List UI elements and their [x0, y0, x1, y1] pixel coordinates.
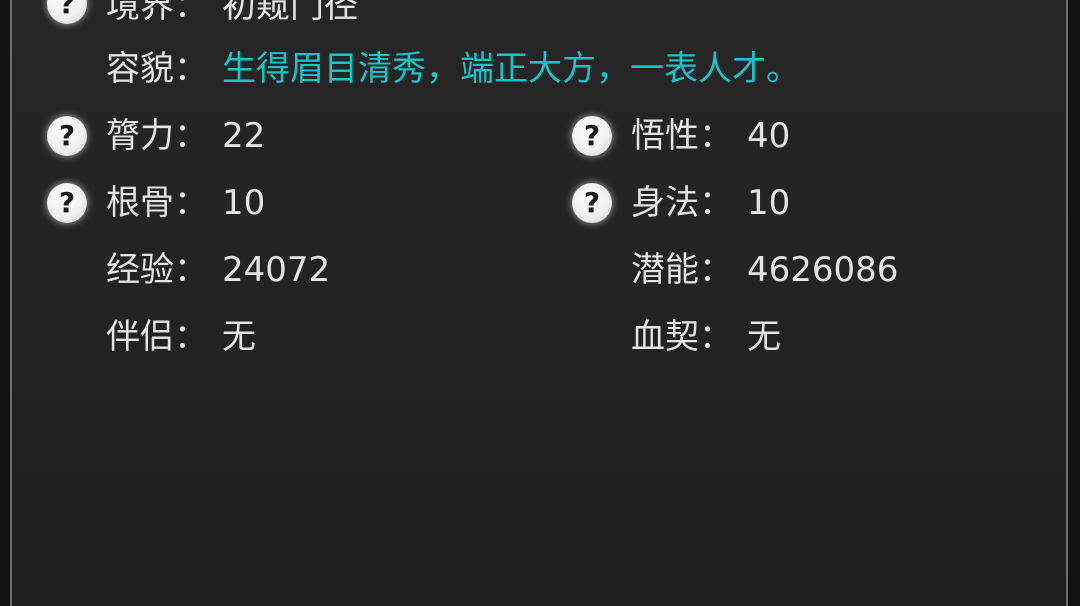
realm-label: 境界	[106, 0, 174, 26]
appearance-label: 容貌	[106, 49, 174, 89]
strength-help-icon[interactable]: ?	[47, 116, 87, 156]
comprehension-value: 40	[747, 116, 791, 156]
comprehension-help-icon[interactable]: ?	[572, 116, 612, 156]
blood-pact-row: 血契： 无	[631, 312, 781, 362]
comprehension-label: 悟性	[631, 116, 699, 156]
potential-colon: ：	[699, 250, 733, 290]
experience-value: 24072	[222, 250, 331, 290]
blood-pact-value: 无	[747, 317, 781, 357]
question-mark-glyph: ?	[58, 186, 76, 219]
potential-value: 4626086	[747, 250, 899, 290]
constitution-colon: ：	[174, 183, 208, 223]
agility-row: 身法： 10	[631, 178, 790, 228]
question-mark-glyph: ?	[58, 0, 76, 20]
question-mark-glyph: ?	[583, 119, 601, 152]
agility-help-icon[interactable]: ?	[572, 183, 612, 223]
realm-help-icon[interactable]: ?	[47, 0, 87, 24]
potential-label: 潜能	[631, 250, 699, 290]
comprehension-row: 悟性： 40	[631, 111, 790, 161]
realm-value: 初窥门径	[222, 0, 358, 26]
constitution-help-icon[interactable]: ?	[47, 183, 87, 223]
strength-row: 膂力： 22	[106, 111, 265, 161]
constitution-label: 根骨	[106, 183, 174, 223]
realm-colon: ：	[174, 0, 208, 26]
blood-pact-label: 血契	[631, 317, 699, 357]
partner-colon: ：	[174, 317, 208, 357]
realm-row: 境界： 初窥门径	[106, 0, 358, 31]
experience-colon: ：	[174, 250, 208, 290]
appearance-value: 生得眉目清秀，端正大方，一表人才。	[222, 49, 800, 89]
blood-pact-colon: ：	[699, 317, 733, 357]
constitution-row: 根骨： 10	[106, 178, 265, 228]
partner-label: 伴侣	[106, 317, 174, 357]
appearance-row: 容貌： 生得眉目清秀，端正大方，一表人才。	[106, 44, 800, 94]
experience-row: 经验： 24072	[106, 245, 330, 295]
constitution-value: 10	[222, 183, 266, 223]
agility-value: 10	[747, 183, 791, 223]
strength-colon: ：	[174, 116, 208, 156]
appearance-colon: ：	[174, 49, 208, 89]
agility-colon: ：	[699, 183, 733, 223]
strength-label: 膂力	[106, 116, 174, 156]
question-mark-glyph: ?	[583, 186, 601, 219]
strength-value: 22	[222, 116, 266, 156]
game-screen: ? 境界：初窥门径 容貌：生得眉目清秀，端正大方，一表人才。 ? 膂力： 22 ?…	[0, 0, 1080, 606]
agility-label: 身法	[631, 183, 699, 223]
comprehension-colon: ：	[699, 116, 733, 156]
partner-row: 伴侣： 无	[106, 312, 256, 362]
question-mark-glyph: ?	[58, 119, 76, 152]
partner-value: 无	[222, 317, 256, 357]
potential-row: 潜能： 4626086	[631, 245, 898, 295]
experience-label: 经验	[106, 250, 174, 290]
character-attributes-panel: ? 境界：初窥门径 容貌：生得眉目清秀，端正大方，一表人才。 ? 膂力： 22 ?…	[10, 0, 1068, 606]
